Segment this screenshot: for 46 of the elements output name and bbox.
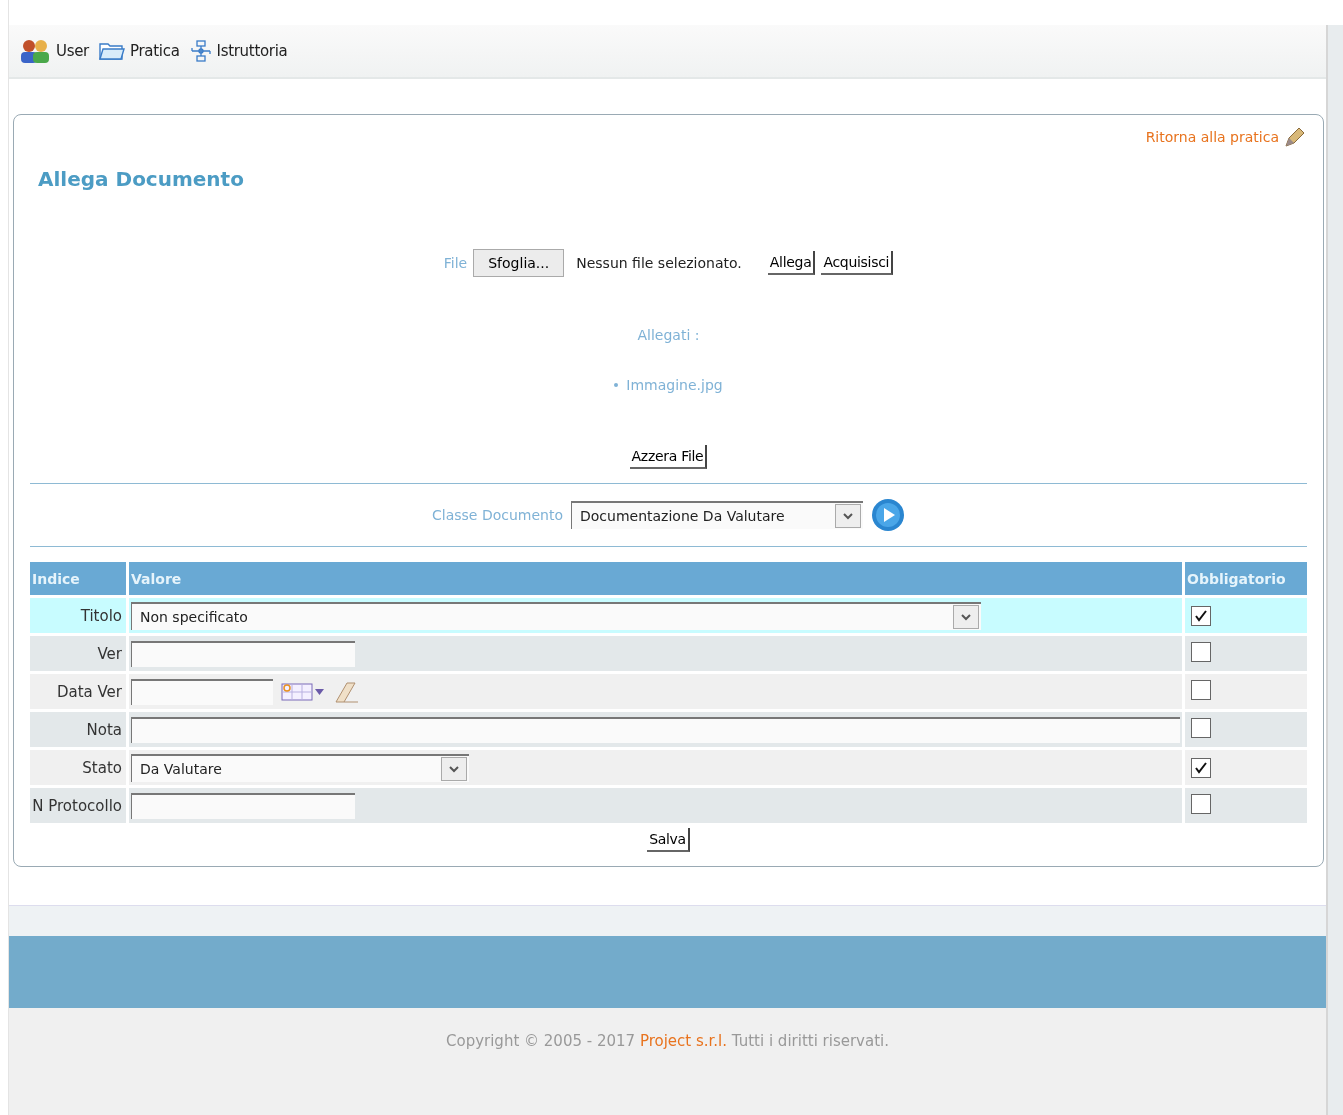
column-header: Obbligatorio [1185,562,1307,595]
row-label: Nota [30,712,126,747]
row-label: Stato [30,750,126,785]
attach-button[interactable]: Allega [767,251,816,275]
copyright-text: Copyright © 2005 - 2017 Project s.r.l. Tutti i diritti riservati. [446,1032,889,1052]
calendar-icon[interactable] [281,682,325,701]
checkbox[interactable] [1191,757,1211,778]
checkbox[interactable] [1191,718,1211,738]
input-field[interactable] [131,792,355,819]
page-title: Allega Documento [38,167,245,191]
reset-button[interactable]: Azzera File [629,445,708,469]
folder-icon [99,41,125,61]
date-field[interactable] [131,678,273,705]
row-label: N Protocollo [30,788,126,823]
checkbox[interactable] [1191,642,1211,662]
input-field[interactable] [131,640,355,667]
pen-icon [1283,125,1307,149]
users-icon [19,38,51,64]
acquire-button[interactable]: Acquisisci [821,251,894,275]
dropdown[interactable]: Da Valutare [131,753,469,782]
file-status: Nessun file selezionato. [576,255,742,271]
play-button-icon[interactable] [871,498,905,532]
checkbox[interactable] [1191,794,1211,814]
column-header: Valore [129,562,1182,595]
row-label: Ver [30,636,126,671]
bullet-icon [614,383,619,387]
toolbar-link[interactable]: User [19,38,89,64]
class-dropdown[interactable]: Documentazione Da Valutare [571,501,863,529]
save-button[interactable]: Salva [647,828,690,852]
row-label: Data Ver [30,674,126,709]
file-label: File [443,255,468,271]
checkbox[interactable] [1191,605,1211,626]
browse-button[interactable]: Sfoglia... [473,249,565,277]
checkbox[interactable] [1191,680,1211,700]
attachments-label: Allegati : [637,327,700,343]
row-label: Titolo [30,598,126,633]
dropdown[interactable]: Non specificato [131,601,981,630]
caret-icon [835,504,861,528]
column-header: Indice [30,562,126,595]
input-field[interactable] [131,716,1180,743]
caret-icon [441,756,467,781]
class-label: Classe Documento [432,507,563,523]
flowchart-icon [189,40,212,62]
toolbar-link[interactable]: Pratica [99,41,180,61]
caret-icon [953,604,979,629]
toolbar-link[interactable]: Istruttoria [189,40,288,62]
